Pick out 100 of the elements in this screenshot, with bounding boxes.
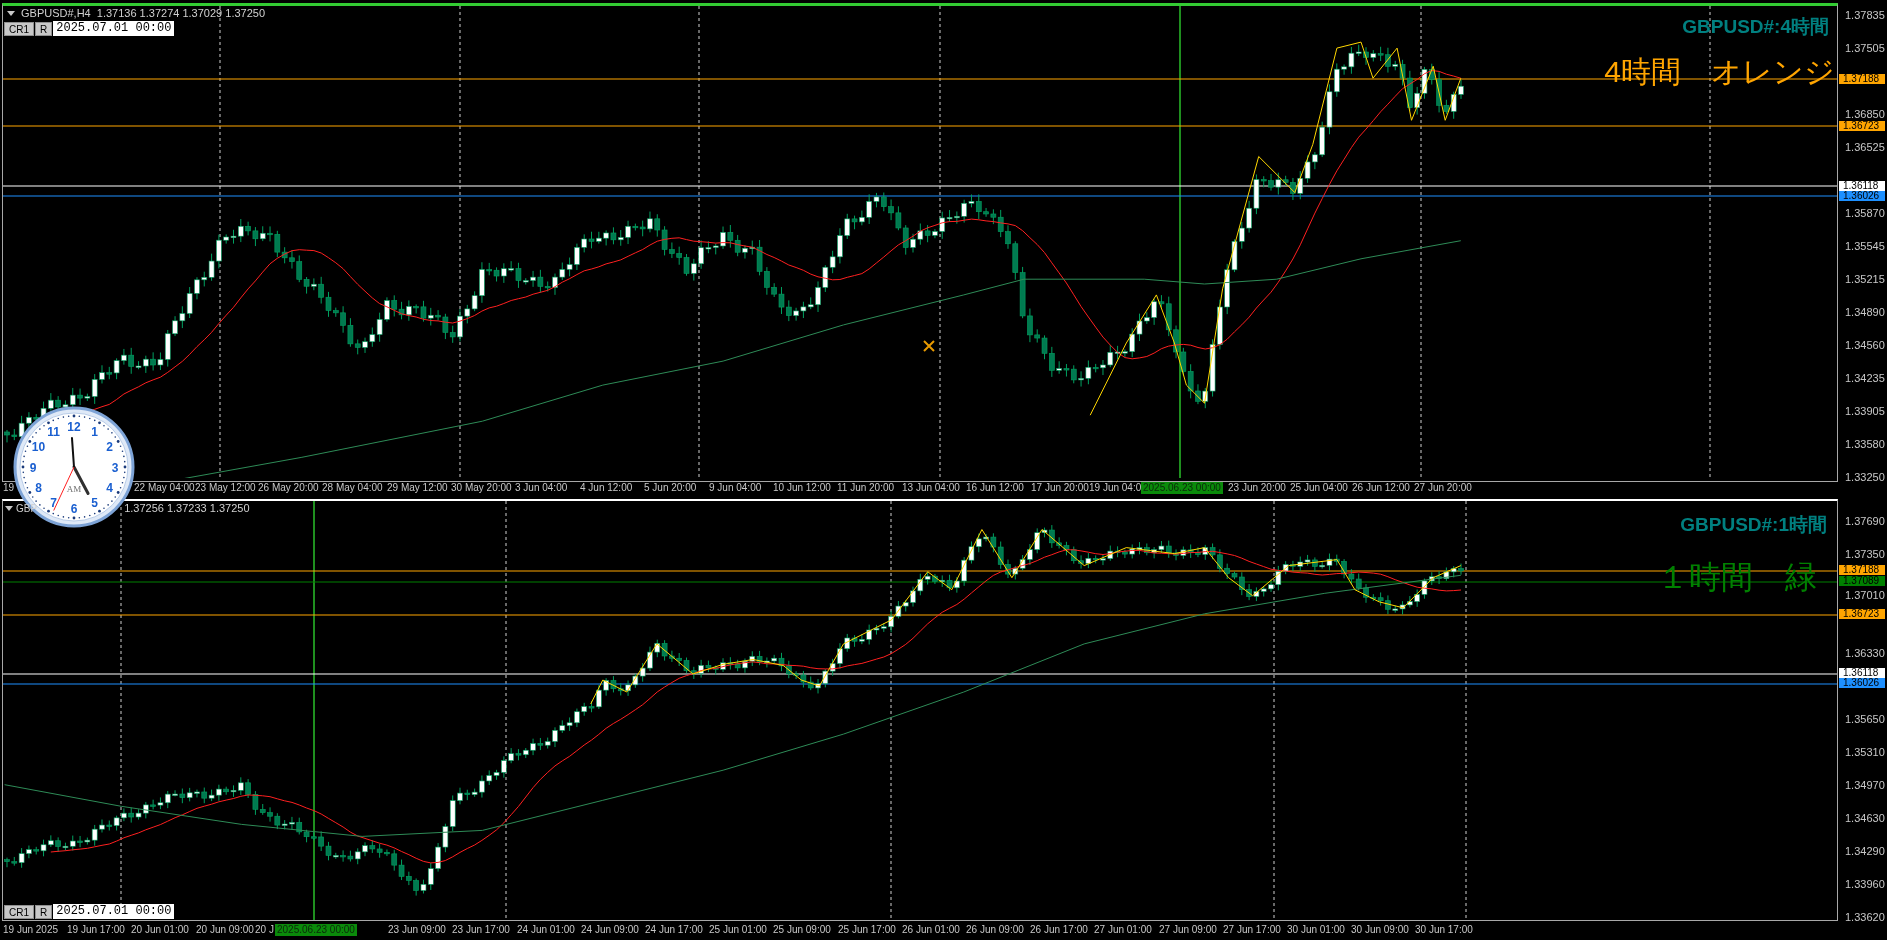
chart-control-button[interactable]: CR1	[4, 21, 34, 36]
price-marker: 1.36118	[1839, 668, 1885, 678]
chart-title: GBPUSD#:4時間	[1682, 15, 1829, 39]
time-axis-label: 10 Jun 12:00	[773, 482, 831, 494]
chart-control-button[interactable]: R	[35, 21, 53, 36]
price-tick-label: 1.33905	[1845, 405, 1885, 417]
time-axis-label: 19 Jun 2025	[3, 924, 59, 936]
price-marker: 1.36026	[1839, 678, 1885, 688]
time-axis-label: 30 Jun 01:00	[1287, 924, 1345, 936]
price-tick-label: 1.37350	[1845, 548, 1885, 560]
time-axis-label: 23 May 12:00	[195, 482, 256, 494]
time-axis-label: 30 May 20:00	[451, 482, 512, 494]
clock-numeral: 7	[50, 496, 57, 510]
price-marker: 1.37089	[1839, 576, 1885, 586]
time-axis-label: 5 Jun 20:00	[644, 482, 697, 494]
time-axis-label: 20 Jun 09:00	[196, 924, 254, 936]
clock-numeral: 10	[31, 440, 46, 454]
dropdown-caret-icon[interactable]	[5, 506, 13, 511]
price-marker: 1.36723	[1839, 121, 1885, 131]
time-axis-label: 27 Jun 09:00	[1159, 924, 1217, 936]
clock-numeral: 1	[91, 425, 98, 439]
price-marker: 1.36723	[1839, 609, 1885, 619]
price-tick-label: 1.36330	[1845, 647, 1885, 659]
price-tick-label: 1.33580	[1845, 438, 1885, 450]
time-axis-label: 19 Jun 04:0	[1089, 482, 1142, 494]
time-axis-label: 23 Jun 20:00	[1228, 482, 1286, 494]
time-axis-label: 26 Jun 09:00	[966, 924, 1024, 936]
clock-numeral: 2	[106, 440, 113, 454]
price-tick-label: 1.34970	[1845, 779, 1885, 791]
price-tick-label: 1.35310	[1845, 746, 1885, 758]
price-tick-label: 1.33960	[1845, 878, 1885, 890]
time-axis-label: 20 Jun 01:00	[131, 924, 189, 936]
price-tick-label: 1.34290	[1845, 845, 1885, 857]
price-tick-label: 1.36525	[1845, 141, 1885, 153]
clock-numeral: 8	[35, 481, 42, 495]
price-marker: 1.37188	[1839, 74, 1885, 84]
price-tick-label: 1.35870	[1845, 207, 1885, 219]
price-tick-label: 1.35545	[1845, 240, 1885, 252]
clock-numeral: 4	[106, 481, 113, 495]
time-axis-label: 26 Jun 12:00	[1352, 482, 1410, 494]
time-axis-label: 2025.06.23 00:00	[275, 924, 357, 936]
time-axis-label: 30 Jun 17:00	[1415, 924, 1473, 936]
price-tick-label: 1.37835	[1845, 9, 1885, 21]
time-axis-label: 27 Jun 20:00	[1414, 482, 1472, 494]
chart-header: GBPUSD#,H4 1.37136 1.37274 1.37029 1.37250	[21, 7, 266, 20]
clock-numeral: 11	[47, 425, 60, 439]
chart-title: GBPUSD#:1時間	[1680, 513, 1827, 537]
dropdown-caret-icon[interactable]	[7, 11, 15, 16]
time-axis-label: 19 Jun 17:00	[67, 924, 125, 936]
price-tick-label: 1.34630	[1845, 812, 1885, 824]
price-tick-label: 1.36850	[1845, 108, 1885, 120]
clock-numeral: 9	[29, 460, 37, 475]
price-tick-label: 1.34560	[1845, 339, 1885, 351]
time-axis-label: 22 May 04:00	[134, 482, 195, 494]
clock-numeral: 5	[91, 496, 98, 510]
date-field[interactable]: 2025.07.01 00:00	[53, 904, 175, 919]
chart-header: 1.37256 1.37233 1.37250	[124, 502, 250, 515]
time-axis-label: 26 Jun 01:00	[902, 924, 960, 936]
clock-numeral: 3	[111, 460, 119, 475]
time-axis-label: 25 Jun 01:00	[709, 924, 767, 936]
time-axis-label: 11 Jun 20:00	[837, 482, 895, 494]
cross-icon	[923, 340, 935, 352]
chart-control-button[interactable]: CR1	[4, 904, 34, 919]
time-axis-label: 23 Jun 17:00	[452, 924, 510, 936]
date-field[interactable]: 2025.07.01 00:00	[53, 21, 175, 36]
time-axis-label: 17 Jun 20:00	[1031, 482, 1089, 494]
time-axis-label: 24 Jun 09:00	[581, 924, 639, 936]
price-tick-label: 1.37010	[1845, 589, 1885, 602]
time-axis-label: 30 Jun 09:00	[1351, 924, 1409, 936]
price-tick-label: 1.35215	[1845, 273, 1885, 285]
price-tick-label: 1.33620	[1845, 911, 1885, 923]
price-tick-label: 1.37690	[1845, 515, 1885, 527]
clock-numeral: 12	[67, 419, 81, 434]
time-axis-label: 13 Jun 04:00	[902, 482, 960, 494]
time-axis-label: 3 Jun 04:00	[515, 482, 568, 494]
time-axis-label: 24 Jun 17:00	[645, 924, 703, 936]
time-axis-label: 20 J	[255, 924, 274, 936]
time-axis-label: 26 Jun 17:00	[1030, 924, 1088, 936]
price-tick-label: 1.34235	[1845, 372, 1885, 384]
time-axis-label: 23 Jun 09:00	[388, 924, 446, 936]
time-axis-label: 25 Jun 09:00	[773, 924, 831, 936]
time-axis-label: 9 Jun 04:00	[709, 482, 762, 494]
price-tick-label: 1.33250	[1845, 471, 1885, 483]
price-marker: 1.37188	[1839, 565, 1885, 575]
price-marker: 1.36118	[1839, 181, 1885, 191]
price-tick-label: 1.35650	[1845, 713, 1885, 725]
time-axis-label: 29 May 12:00	[387, 482, 448, 494]
chart-control-button[interactable]: R	[35, 904, 53, 919]
time-axis-label: 27 Jun 01:00	[1094, 924, 1152, 936]
price-tick-label: 1.34890	[1845, 306, 1885, 318]
chart-note: 4時間 オレンジ	[1604, 54, 1835, 90]
time-axis-label: 25 Jun 17:00	[838, 924, 896, 936]
price-marker: 1.36026	[1839, 191, 1885, 201]
time-axis-label: 24 Jun 01:00	[517, 924, 575, 936]
time-axis-label: 2025.06.23 00:00	[1141, 482, 1223, 494]
time-axis-label: 19	[3, 482, 15, 494]
price-tick-label: 1.37505	[1845, 42, 1885, 54]
time-axis-label: 25 Jun 04:00	[1290, 482, 1348, 494]
time-axis-label: 4 Jun 12:00	[580, 482, 633, 494]
time-axis-label: 27 Jun 17:00	[1223, 924, 1281, 936]
